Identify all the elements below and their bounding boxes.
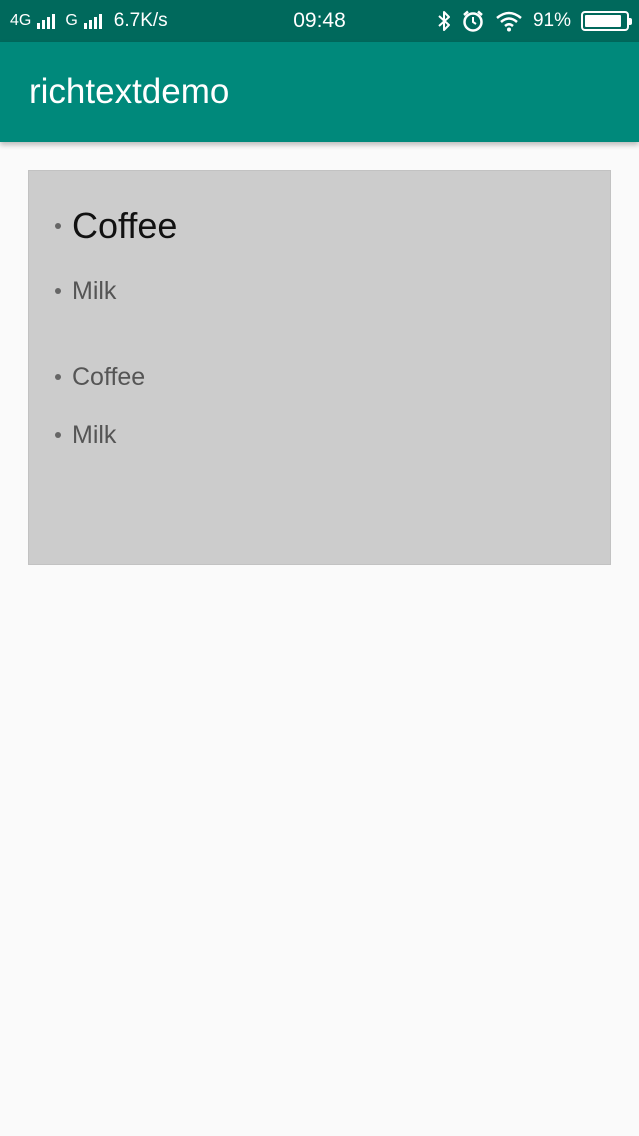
- bluetooth-icon: [437, 10, 451, 32]
- list-item-label: Coffee: [72, 205, 178, 246]
- list-item: Coffee: [55, 359, 145, 395]
- status-right: 91%: [437, 0, 632, 42]
- list-item: Coffee: [55, 199, 177, 253]
- alarm-icon: [461, 10, 485, 32]
- bullet-list-formatted: Coffee Milk: [55, 199, 177, 309]
- bullet-list-plain: Coffee Milk: [55, 359, 145, 475]
- list-item: Milk: [55, 273, 177, 309]
- list-item-label: Milk: [72, 276, 117, 305]
- app-title: richtextdemo: [29, 72, 230, 111]
- bullet-icon: [55, 374, 61, 380]
- bullet-icon: [55, 432, 61, 438]
- battery-percent: 91%: [532, 10, 571, 31]
- bullet-icon: [55, 288, 61, 294]
- wifi-icon: [495, 10, 523, 32]
- app-bar: richtextdemo: [0, 42, 639, 142]
- status-bar: 4G G 6.7K/s 09:48 91%: [0, 0, 639, 42]
- list-item: Milk: [55, 417, 145, 453]
- rich-text-view: Coffee Milk Coffee Milk: [28, 170, 611, 565]
- bullet-icon: [55, 223, 61, 229]
- battery-level: [585, 15, 621, 27]
- list-item-label: Coffee: [72, 362, 146, 391]
- battery-icon: [581, 11, 632, 31]
- list-item-label: Milk: [72, 420, 117, 449]
